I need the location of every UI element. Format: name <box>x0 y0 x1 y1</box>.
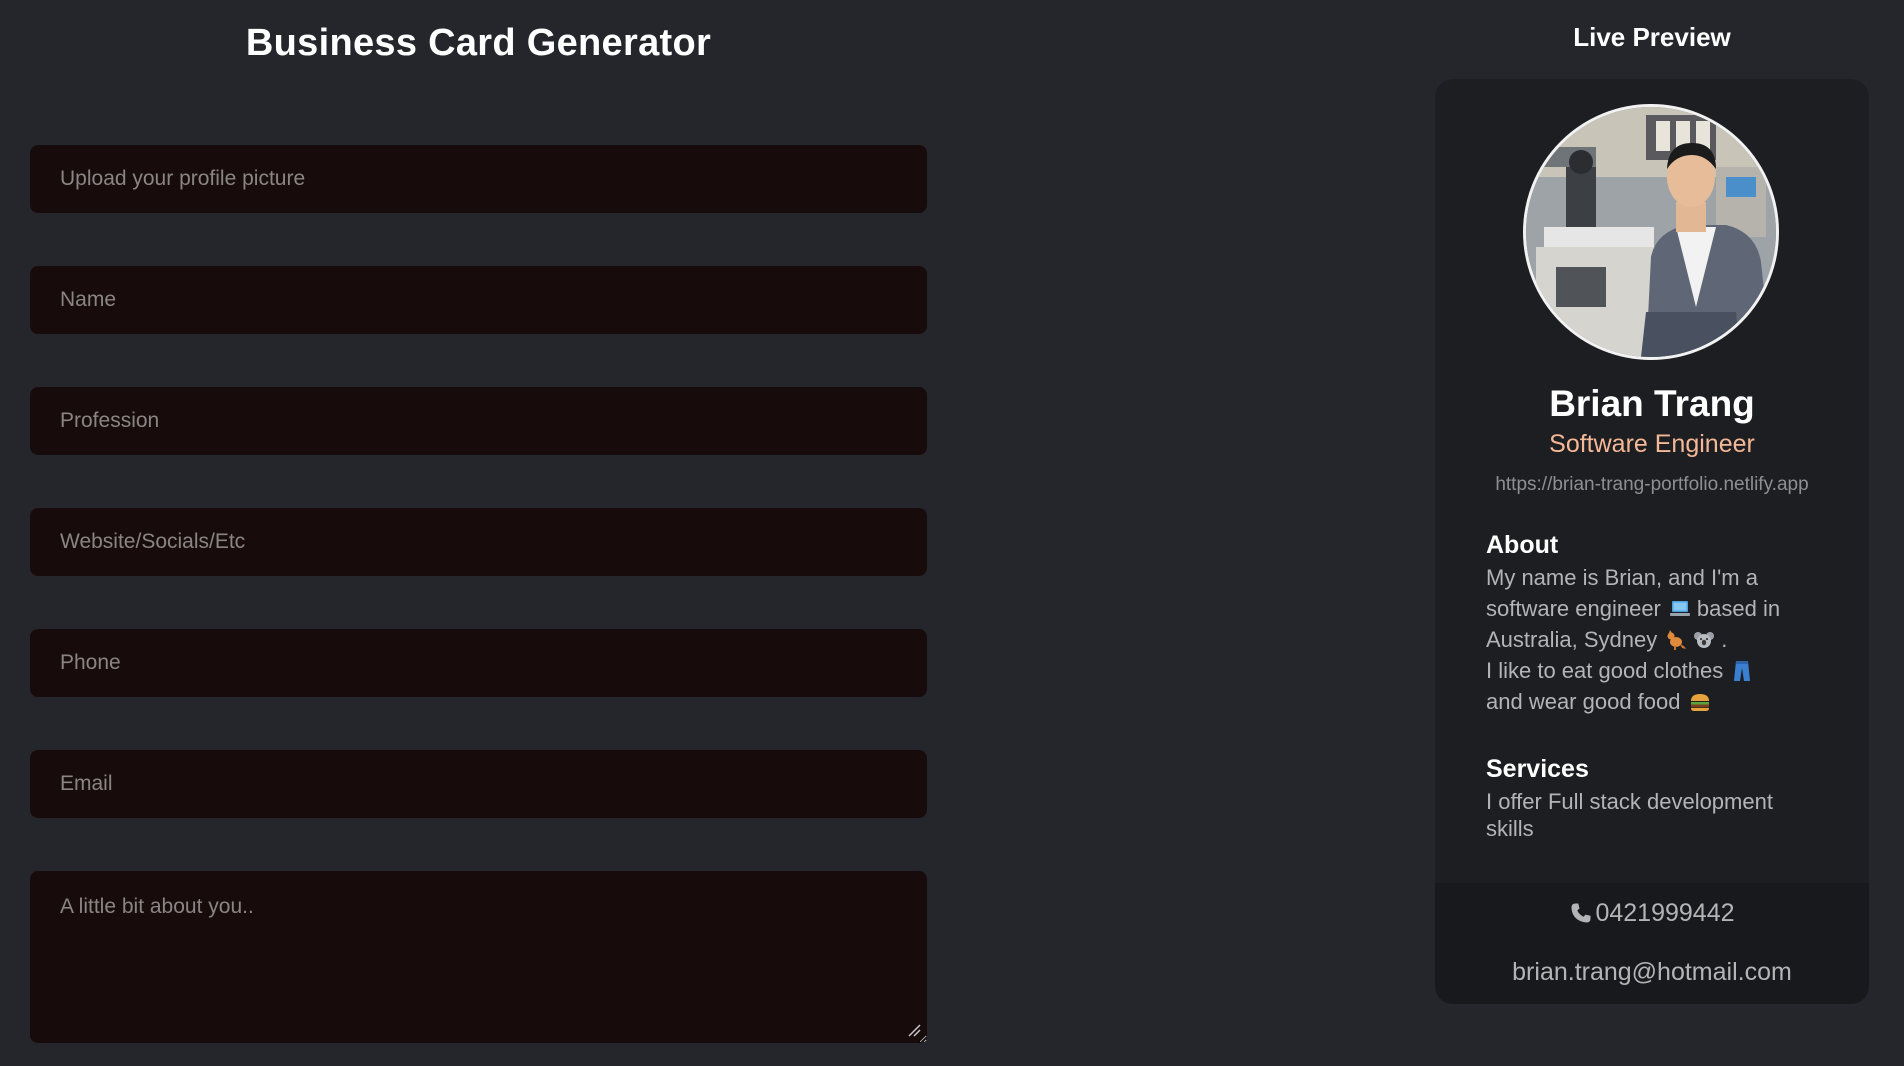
about-line: software engineer based in <box>1486 593 1826 624</box>
about-section: About My name is Brian, and I'm a softwa… <box>1486 531 1826 717</box>
about-text: My name is Brian, and I'm a software eng… <box>1486 562 1826 717</box>
services-heading: Services <box>1486 755 1589 783</box>
avatar <box>1523 104 1779 360</box>
business-card-preview: Brian Trang Software Engineer https://br… <box>1435 79 1869 1004</box>
page-title: Business Card Generator <box>245 22 712 64</box>
about-heading: About <box>1486 531 1559 559</box>
laptop-icon <box>1669 601 1690 616</box>
email-input[interactable] <box>30 750 927 818</box>
phone-icon <box>1571 903 1591 923</box>
profile-photo-image <box>1526 107 1776 357</box>
services-text: I offer Full stack development skills <box>1486 789 1773 841</box>
services-section: Services I offer Full stack development … <box>1486 755 1826 842</box>
about-line: My name is Brian, and I'm a <box>1486 565 1758 590</box>
about-line-segment: I like to eat good clothes <box>1486 658 1724 683</box>
about-line-segment: and wear good food <box>1486 689 1681 714</box>
about-line-segment: software engineer <box>1486 596 1661 621</box>
kangaroo-icon <box>1667 630 1687 650</box>
business-card-generator-page: Business Card Generator Live Preview <box>0 0 1904 1066</box>
burger-icon <box>1690 694 1709 711</box>
about-line-segment: Australia, Sydney <box>1486 627 1658 652</box>
phone-number[interactable]: 0421999442 <box>1595 899 1734 927</box>
about-textarea[interactable] <box>30 871 927 1043</box>
about-line: Australia, Sydney. <box>1486 624 1826 655</box>
contact-footer: 0421999442 brian.trang@hotmail.com <box>1435 883 1869 1004</box>
koala-icon <box>1694 632 1715 648</box>
card-website-link[interactable]: https://brian-trang-portfolio.netlify.ap… <box>1435 474 1869 496</box>
email-address[interactable]: brian.trang@hotmail.com <box>1435 958 1869 987</box>
profile-picture-input[interactable] <box>30 145 927 213</box>
about-line-segment: based in <box>1696 596 1781 621</box>
about-line: I like to eat good clothes <box>1486 655 1826 686</box>
phone-row: 0421999442 <box>1435 899 1869 928</box>
profession-input[interactable] <box>30 387 927 455</box>
about-line-segment: . <box>1721 627 1728 652</box>
name-input[interactable] <box>30 266 927 334</box>
card-name: Brian Trang <box>1549 383 1755 424</box>
phone-input[interactable] <box>30 629 927 697</box>
card-profession: Software Engineer <box>1549 430 1755 458</box>
about-line: and wear good food <box>1486 686 1826 717</box>
live-preview-title: Live Preview <box>1573 22 1731 52</box>
jeans-icon <box>1734 661 1751 681</box>
website-input[interactable] <box>30 508 927 576</box>
about-textarea-wrapper <box>30 871 927 1043</box>
